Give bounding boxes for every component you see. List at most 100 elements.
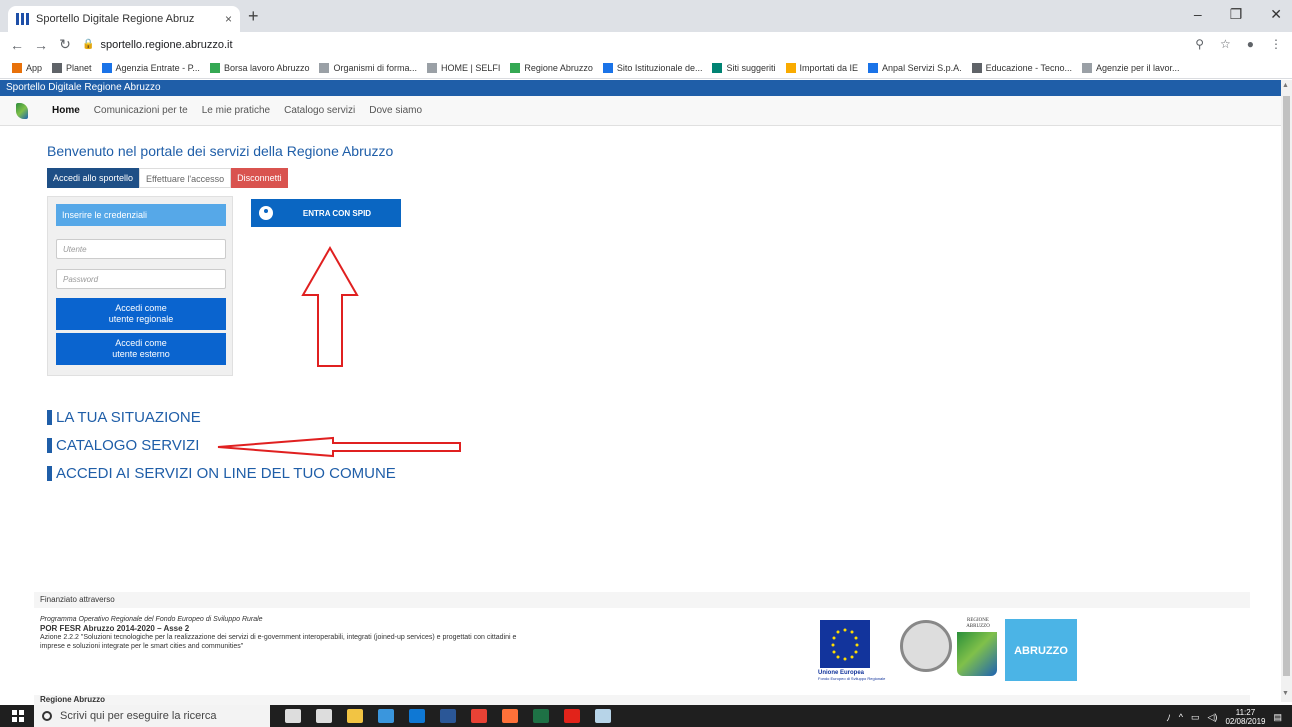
bookmark-item[interactable]: Educazione - Tecno...: [971, 62, 1072, 73]
chrome-icon[interactable]: [471, 709, 487, 723]
page-icon: [1081, 62, 1092, 73]
paint-icon[interactable]: [595, 709, 611, 723]
bookmark-item[interactable]: Agenzia Entrate - P...: [101, 62, 200, 73]
nav-pratiche[interactable]: Le mie pratiche: [202, 105, 270, 116]
menu-kebab-icon[interactable]: ⋮: [1270, 37, 1282, 51]
scroll-down-icon[interactable]: ▼: [1282, 690, 1289, 697]
bookmark-item[interactable]: Regione Abruzzo: [510, 62, 593, 73]
tab-close-icon[interactable]: ×: [225, 12, 232, 26]
site-nav: Home Comunicazioni per te Le mie pratich…: [0, 96, 1281, 126]
link-catalogo-servizi[interactable]: CATALOGO SERVIZI: [47, 436, 396, 455]
password-input[interactable]: Password: [56, 269, 226, 289]
nav-home[interactable]: Home: [52, 105, 80, 116]
bookmark-label: Anpal Servizi S.p.A.: [882, 62, 962, 73]
notifications-icon[interactable]: ▤: [1273, 712, 1282, 723]
bookmark-label: Educazione - Tecno...: [985, 62, 1072, 73]
bookmark-item[interactable]: Sito Istituzionale de...: [602, 62, 703, 73]
profile-avatar-icon[interactable]: ●: [1247, 37, 1254, 51]
tab-title: Sportello Digitale Regione Abruz: [36, 13, 195, 25]
maximize-button[interactable]: ❐: [1230, 6, 1243, 23]
link-label: LA TUA SITUAZIONE: [56, 409, 201, 426]
footer-regione: Regione Abruzzo: [34, 695, 1250, 705]
scroll-up-icon[interactable]: ▲: [1282, 82, 1289, 89]
browser-toolbar: ← → ↻ 🔒 sportello.regione.abruzzo.it ⚲ ☆…: [0, 32, 1292, 57]
bookmarks-bar: App Planet Agenzia Entrate - P... Borsa lav…: [0, 57, 1292, 79]
browser-tab-strip: Sportello Digitale Regione Abruz × + – ❐…: [0, 0, 1292, 32]
bookmark-item[interactable]: Anpal Servizi S.p.A.: [868, 62, 962, 73]
nav-dove-siamo[interactable]: Dove siamo: [369, 105, 422, 116]
spid-login-button[interactable]: ENTRA CON SPID: [251, 199, 401, 227]
bookmark-item[interactable]: Siti suggeriti: [712, 62, 776, 73]
agenzia-icon: [101, 62, 112, 73]
zoom-icon[interactable]: ⚲: [1195, 37, 1204, 51]
regione-logo-icon[interactable]: [16, 102, 28, 119]
star-bookmark-icon[interactable]: ☆: [1220, 37, 1231, 51]
bookmark-item[interactable]: App: [12, 62, 42, 73]
login-external-user-button[interactable]: Accedi come utente esterno: [56, 333, 226, 365]
eu-flag-icon: [820, 620, 870, 668]
windows-start-icon[interactable]: [12, 710, 24, 722]
acrobat-icon[interactable]: [564, 709, 580, 723]
word-icon[interactable]: [440, 709, 456, 723]
button-label-line1: Accedi come: [115, 303, 167, 313]
people-icon[interactable]: ﾉ: [1166, 711, 1171, 724]
bookmark-label: Siti suggeriti: [726, 62, 776, 73]
disconnect-button[interactable]: Disconnetti: [231, 168, 288, 188]
system-tray: ﾉ ^ ▭ ◁) 11:27 02/08/2019 ▤: [1166, 708, 1282, 726]
bookmark-item[interactable]: Agenzie per il lavor...: [1081, 62, 1180, 73]
bookmark-item[interactable]: HOME | SELFI: [427, 62, 500, 73]
new-tab-button[interactable]: +: [248, 7, 259, 25]
bookmark-label: Organismi di forma...: [333, 62, 418, 73]
volume-icon[interactable]: ◁): [1208, 712, 1218, 723]
footer-azione-2: imprese e soluzioni integrate per le sma…: [40, 643, 244, 650]
bookmark-item[interactable]: Planet: [52, 62, 92, 73]
back-arrow-icon[interactable]: ←: [10, 37, 24, 53]
globe-icon: [52, 62, 63, 73]
bookmark-label: Importati da IE: [799, 62, 859, 73]
tab-accedi-sportello[interactable]: Accedi allo sportello: [47, 168, 140, 188]
regione-abruzzo-logo: REGIONE ABRUZZO: [957, 618, 999, 682]
regione-shield-icon: [957, 632, 997, 676]
task-view-icon[interactable]: [316, 709, 332, 723]
link-servizi-comune[interactable]: ACCEDI AI SERVIZI ON LINE DEL TUO COMUNE: [47, 464, 396, 483]
nav-comunicazioni[interactable]: Comunicazioni per te: [94, 105, 188, 116]
link-label: ACCEDI AI SERVIZI ON LINE DEL TUO COMUNE: [56, 465, 396, 482]
bookmark-label: Sito Istituzionale de...: [616, 62, 703, 73]
toolbar-right-icons: ⚲ ☆ ● ⋮: [1195, 37, 1282, 51]
file-explorer-icon[interactable]: [347, 709, 363, 723]
scroll-thumb[interactable]: [1283, 96, 1290, 676]
minimize-button[interactable]: –: [1194, 6, 1202, 23]
login-regional-user-button[interactable]: Accedi come utente regionale: [56, 298, 226, 330]
tray-chevron-icon[interactable]: ^: [1179, 712, 1183, 722]
excel-icon[interactable]: [533, 709, 549, 723]
firefox-icon[interactable]: [502, 709, 518, 723]
taskbar-search-input[interactable]: Scrivi qui per eseguire la ricerca: [34, 705, 270, 727]
bookmark-item[interactable]: Organismi di forma...: [319, 62, 418, 73]
forward-arrow-icon[interactable]: →: [34, 37, 48, 53]
bookmark-label: Borsa lavoro Abruzzo: [223, 62, 310, 73]
network-icon[interactable]: ▭: [1191, 712, 1200, 723]
cortana-mic-icon[interactable]: [285, 709, 301, 723]
page-scrollbar[interactable]: ▲ ▼: [1281, 80, 1292, 702]
reload-icon[interactable]: ↻: [58, 36, 72, 53]
abruzzo-logo-text: ABRUZZO: [1014, 645, 1068, 657]
tab-effettuare-accesso[interactable]: Effettuare l'accesso: [139, 168, 232, 188]
username-input[interactable]: Utente: [56, 239, 226, 259]
login-panel: Inserire le credenziali Utente Password …: [47, 196, 233, 376]
address-bar[interactable]: 🔒 sportello.regione.abruzzo.it: [82, 34, 1258, 55]
nav-catalogo[interactable]: Catalogo servizi: [284, 105, 355, 116]
windows-taskbar: Scrivi qui per eseguire la ricerca ﾉ ^ ▭…: [0, 705, 1292, 727]
bing-icon: [712, 62, 723, 73]
footer-text: Programma Operativo Regionale del Fondo …: [40, 615, 516, 651]
edge-icon[interactable]: [378, 709, 394, 723]
button-label-line2: utente regionale: [108, 314, 174, 324]
close-window-button[interactable]: ✕: [1270, 6, 1282, 23]
bookmark-item[interactable]: Borsa lavoro Abruzzo: [209, 62, 310, 73]
clock[interactable]: 11:27 02/08/2019: [1225, 708, 1265, 726]
lock-icon: 🔒: [82, 39, 95, 50]
browser-tab[interactable]: Sportello Digitale Regione Abruz ×: [8, 6, 240, 32]
bookmark-item[interactable]: Importati da IE: [785, 62, 859, 73]
link-tua-situazione[interactable]: LA TUA SITUAZIONE: [47, 408, 396, 427]
regione-logo-line2: ABRUZZO: [966, 624, 990, 629]
outlook-icon[interactable]: [409, 709, 425, 723]
